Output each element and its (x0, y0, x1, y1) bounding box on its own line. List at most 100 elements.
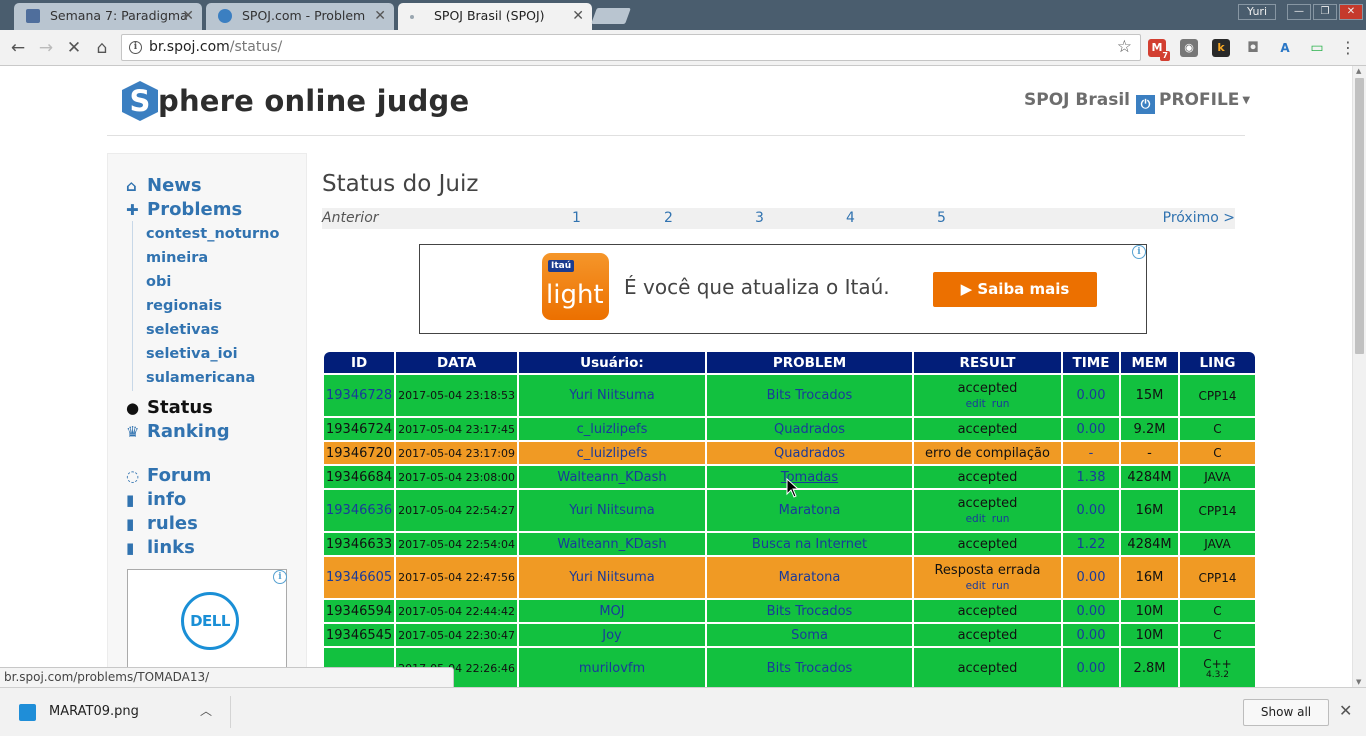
cell-time-text[interactable]: 1.22 (1077, 537, 1106, 552)
download-filename[interactable]: MARAT09.png (49, 704, 139, 719)
cell-problem-text[interactable]: Maratona (779, 570, 841, 585)
edit-link[interactable]: edit (966, 580, 986, 592)
cell-user-text[interactable]: Yuri Niitsuma (569, 503, 654, 518)
scroll-down-icon[interactable]: ▼ (1356, 678, 1361, 686)
profile-chip[interactable]: Yuri (1238, 4, 1277, 20)
sidebar-item-forum[interactable]: ◌ Forum (126, 465, 211, 486)
cell-user-text[interactable]: Yuri Niitsuma (569, 570, 654, 585)
cell-user-text[interactable]: c_luizlipefs (577, 446, 648, 461)
cell-time-text[interactable]: 0.00 (1077, 604, 1106, 619)
cell-time-text[interactable]: 0.00 (1077, 503, 1106, 518)
pager-page-5[interactable]: 5 (937, 208, 946, 229)
cell-problem-text[interactable]: Bits Trocados (767, 661, 853, 676)
address-bar[interactable]: i br.spoj.com/status/ ☆ (121, 34, 1141, 61)
ad-cta-button[interactable]: ▶ Saiba mais (933, 272, 1097, 307)
scroll-up-icon[interactable]: ▲ (1356, 67, 1361, 75)
cell-user-text[interactable]: Joy (602, 628, 621, 643)
sidebar-sub-item[interactable]: contest_noturno (146, 226, 279, 242)
cell-user-text[interactable]: murilovfm (579, 661, 645, 676)
browser-tab-3[interactable]: SPOJ Brasil (SPOJ) ✕ (398, 3, 592, 30)
close-shelf-icon[interactable]: ✕ (1339, 701, 1352, 720)
window-close-icon[interactable]: ✕ (1339, 4, 1363, 20)
browser-menu-icon[interactable]: ⋮ (1340, 38, 1356, 58)
sidebar-sub-item[interactable]: seletiva_ioi (146, 346, 238, 362)
cell-problem-text[interactable]: Busca na Internet (752, 537, 867, 552)
home-icon[interactable]: ⌂ (92, 38, 112, 58)
site-info-icon[interactable]: i (129, 41, 142, 54)
pager-page-4[interactable]: 4 (846, 208, 855, 229)
cell-user-text[interactable]: Yuri Niitsuma (569, 388, 654, 403)
run-link[interactable]: run (992, 580, 1010, 592)
sidebar-item-info[interactable]: ▮ info (126, 489, 186, 510)
cell-problem-text[interactable]: Soma (791, 628, 828, 643)
camera-extension-icon[interactable]: ◘ (1244, 39, 1262, 57)
cell-time-text[interactable]: 1.38 (1077, 470, 1106, 485)
pager-page-1[interactable]: 1 (572, 208, 581, 229)
pager-page-3[interactable]: 3 (755, 208, 764, 229)
profile-menu[interactable]: ⏻ PROFILE ▼ (1136, 90, 1250, 114)
cell-user-text[interactable]: Walteann_KDash (557, 537, 666, 552)
back-arrow-icon[interactable]: ← (8, 38, 28, 58)
cell-problem-text[interactable]: Quadrados (774, 422, 845, 437)
cell-time-text[interactable]: - (1089, 446, 1094, 461)
sidebar-ad[interactable]: DELL i (127, 569, 287, 679)
close-tab-icon[interactable]: ✕ (572, 3, 584, 29)
scrollbar-thumb[interactable] (1355, 78, 1364, 354)
sidebar-item-status[interactable]: ● Status (126, 397, 213, 418)
sidebar-sub-item[interactable]: obi (146, 274, 171, 290)
cell-problem-text[interactable]: Maratona (779, 503, 841, 518)
sidebar-item-ranking[interactable]: ♛ Ranking (126, 421, 230, 442)
run-link[interactable]: run (992, 513, 1010, 525)
cell-time-text[interactable]: 0.00 (1077, 628, 1106, 643)
cell-problem-text[interactable]: Bits Trocados (767, 604, 853, 619)
brand-link[interactable]: SPOJ Brasil (1024, 90, 1130, 110)
sidebar-item-problems[interactable]: ✚ Problems (126, 199, 242, 220)
k-extension-icon[interactable]: k (1212, 39, 1230, 57)
stop-loading-icon[interactable]: ✕ (64, 38, 84, 58)
cell-id-text[interactable]: 19346636 (326, 503, 392, 518)
close-tab-icon[interactable]: ✕ (182, 3, 194, 29)
cell-user-text[interactable]: c_luizlipefs (577, 422, 648, 437)
sidebar-sub-item[interactable]: sulamericana (146, 370, 255, 386)
cell-time-text[interactable]: 0.00 (1077, 570, 1106, 585)
cell-user-text[interactable]: Walteann_KDash (557, 470, 666, 485)
new-tab-button[interactable] (591, 8, 631, 24)
banner-ad[interactable]: Itaú light É você que atualiza o Itaú. ▶… (419, 244, 1147, 334)
sidebar-item-news[interactable]: ⌂ News (126, 175, 202, 196)
browser-tab-2[interactable]: SPOJ.com - Problem ✕ (206, 3, 394, 30)
sidebar-item-rules[interactable]: ▮ rules (126, 513, 198, 534)
translate-extension-icon[interactable]: A (1276, 39, 1294, 57)
cell-user-text[interactable]: MOJ (599, 604, 624, 619)
adchoices-icon[interactable]: i (1132, 245, 1146, 259)
browser-tab-1[interactable]: Semana 7: Paradigma ✕ (14, 3, 202, 30)
keeper-extension-icon[interactable]: ◉ (1180, 39, 1198, 57)
cell-time-text[interactable]: 0.00 (1077, 661, 1106, 676)
bookmark-star-icon[interactable]: ☆ (1117, 37, 1132, 57)
tv-extension-icon[interactable]: ▭ (1308, 39, 1326, 57)
chevron-up-icon[interactable]: ︿ (200, 702, 212, 719)
gmail-extension-icon[interactable]: M7 (1148, 39, 1170, 61)
cell-time-text[interactable]: 0.00 (1077, 388, 1106, 403)
sidebar-sub-item[interactable]: regionais (146, 298, 222, 314)
cell-time-text[interactable]: 0.00 (1077, 422, 1106, 437)
minimize-icon[interactable]: — (1287, 4, 1311, 20)
forward-arrow-icon[interactable]: → (36, 38, 56, 58)
run-link[interactable]: run (992, 398, 1010, 410)
cell-problem-text[interactable]: Quadrados (774, 446, 845, 461)
cell-problem-text[interactable]: Bits Trocados (767, 388, 853, 403)
restore-icon[interactable]: ❐ (1313, 4, 1337, 20)
edit-link[interactable]: edit (966, 398, 986, 410)
sidebar-sub-item[interactable]: seletivas (146, 322, 219, 338)
cell-id-text[interactable]: 19346605 (326, 570, 392, 585)
show-all-button[interactable]: Show all (1243, 699, 1329, 726)
pager-page-2[interactable]: 2 (664, 208, 673, 229)
sidebar-sub-item[interactable]: mineira (146, 250, 208, 266)
edit-link[interactable]: edit (966, 513, 986, 525)
adchoices-icon[interactable]: i (273, 570, 287, 584)
page-scrollbar[interactable]: ▲ ▼ (1352, 66, 1366, 687)
close-tab-icon[interactable]: ✕ (374, 3, 386, 29)
cell-ling-text: CPP14 (1198, 503, 1237, 518)
cell-id-text[interactable]: 19346728 (326, 388, 392, 403)
pager-next[interactable]: Próximo > (1163, 208, 1235, 229)
sidebar-item-links[interactable]: ▮ links (126, 537, 195, 558)
